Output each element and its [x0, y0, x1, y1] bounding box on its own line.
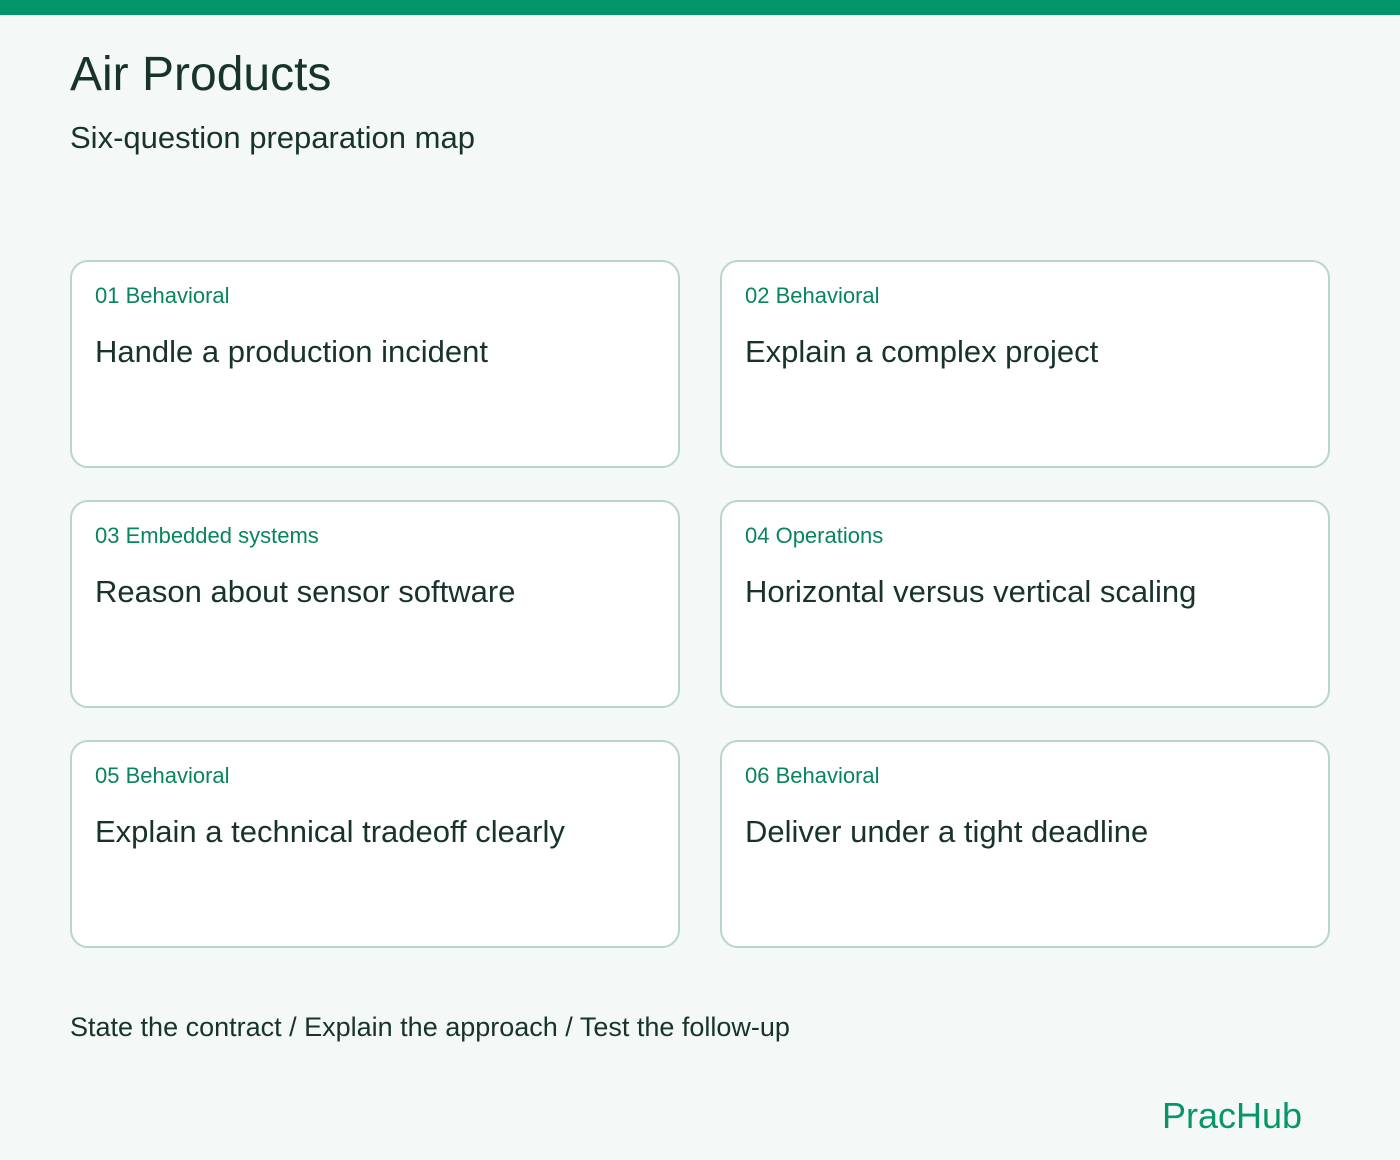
question-title: Explain a technical tradeoff clearly	[95, 814, 565, 849]
question-card-03[interactable]: 03 Embedded systems Reason about sensor …	[70, 500, 680, 708]
preparation-steps: State the contract / Explain the approac…	[70, 1012, 790, 1042]
question-card-02[interactable]: 02 Behavioral Explain a complex project	[720, 260, 1330, 468]
question-card-05[interactable]: 05 Behavioral Explain a technical tradeo…	[70, 740, 680, 948]
question-title: Horizontal versus vertical scaling	[745, 574, 1197, 609]
question-title: Reason about sensor software	[95, 574, 516, 609]
question-tag: 03 Embedded systems	[95, 523, 319, 548]
question-card-06[interactable]: 06 Behavioral Deliver under a tight dead…	[720, 740, 1330, 948]
question-grid: 01 Behavioral Handle a production incide…	[70, 260, 1330, 948]
question-tag: 01 Behavioral	[95, 283, 230, 308]
page-subtitle: Six-question preparation map	[70, 120, 475, 155]
question-tag: 06 Behavioral	[745, 763, 880, 788]
question-title: Explain a complex project	[745, 334, 1099, 369]
question-tag: 04 Operations	[745, 523, 884, 548]
question-card-04[interactable]: 04 Operations Horizontal versus vertical…	[720, 500, 1330, 708]
question-tag: 05 Behavioral	[95, 763, 230, 788]
page-title: Air Products	[70, 48, 332, 101]
question-card-01[interactable]: 01 Behavioral Handle a production incide…	[70, 260, 680, 468]
brand-logo-text: PracHub	[1161, 1095, 1302, 1136]
question-tag: 02 Behavioral	[745, 283, 880, 308]
top-accent-bar	[0, 0, 1400, 15]
question-title: Handle a production incident	[95, 334, 488, 369]
question-title: Deliver under a tight deadline	[745, 814, 1149, 849]
